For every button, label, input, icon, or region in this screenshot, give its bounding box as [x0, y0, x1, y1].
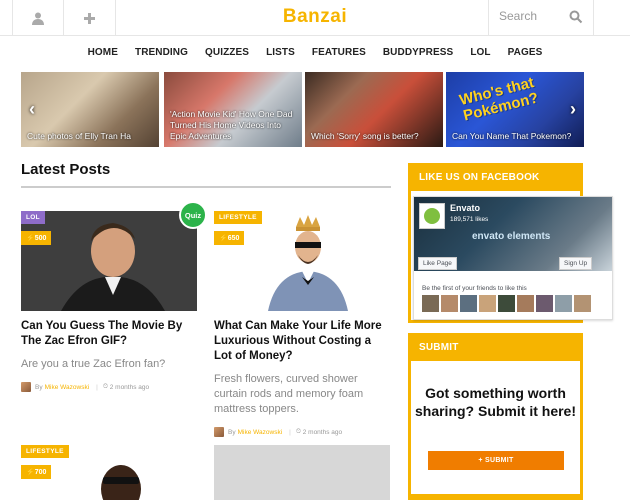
post-excerpt: Fresh flowers, curved shower curtain rod…	[214, 373, 364, 415]
nav-quizzes[interactable]: QUIZZES	[197, 47, 258, 58]
post-author[interactable]: Mike Wazowski	[238, 429, 283, 436]
share-count-badge: ⚡700	[21, 465, 52, 479]
clock-icon: ⏲	[102, 383, 110, 390]
slide[interactable]: Which 'Sorry' song is better?	[305, 72, 443, 147]
category-badge[interactable]: LIFESTYLE	[21, 445, 69, 458]
slide-caption[interactable]: Can You Name That Pokemon?	[452, 131, 580, 142]
share-icon: ⚡	[26, 235, 35, 242]
top-bar: Banzai	[0, 0, 630, 36]
post-card: LOL ⚡500 Can You Guess The Movie By The …	[21, 211, 197, 392]
slider-prev-arrow-icon[interactable]: ‹	[24, 98, 40, 120]
share-icon: ⚡	[219, 235, 228, 242]
avatar[interactable]	[574, 295, 591, 312]
clock-icon: ⏲	[295, 428, 303, 435]
avatar[interactable]	[422, 295, 439, 312]
quiz-badge[interactable]: Quiz	[179, 201, 207, 229]
nav-pages[interactable]: PAGES	[499, 47, 551, 58]
main-nav: HOME TRENDING QUIZZES LISTS FEATURES BUD…	[0, 37, 630, 67]
plus-icon	[84, 12, 95, 24]
facebook-signup-button[interactable]: Sign Up	[559, 257, 593, 270]
user-icon-button[interactable]	[12, 0, 64, 36]
facebook-likes: 189,571 likes	[450, 216, 489, 223]
share-count-badge: ⚡650	[214, 231, 245, 245]
post-card: LIFESTYLE ⚡700	[21, 445, 197, 500]
divider	[21, 186, 391, 188]
avatar[interactable]	[441, 295, 458, 312]
post-thumbnail[interactable]: LIFESTYLE ⚡700	[21, 445, 197, 500]
search-icon[interactable]	[569, 10, 583, 24]
slide[interactable]: Who's that Pokémon? Can You Name That Po…	[446, 72, 584, 147]
avatar[interactable]	[536, 295, 553, 312]
facebook-page-name[interactable]: Envato	[450, 203, 480, 213]
post-title[interactable]: Can You Guess The Movie By The Zac Efron…	[21, 319, 197, 349]
slide-caption[interactable]: Cute photos of Elly Tran Ha	[27, 131, 155, 142]
search-input[interactable]	[499, 9, 569, 23]
post-card	[214, 445, 390, 500]
post-time: 2 months ago	[109, 383, 150, 391]
post-card: LIFESTYLE ⚡650 What Can Make Your Life M…	[214, 211, 390, 437]
nav-home[interactable]: HOME	[79, 47, 126, 58]
nav-features[interactable]: FEATURES	[303, 47, 374, 58]
avatar[interactable]	[479, 295, 496, 312]
search-box	[488, 0, 594, 36]
facebook-cover: Envato 189,571 likes envato elements Lik…	[414, 197, 612, 271]
post-thumbnail[interactable]: LIFESTYLE ⚡650	[214, 211, 390, 311]
category-badge[interactable]: LIFESTYLE	[214, 211, 262, 224]
facebook-cover-text: envato elements	[472, 231, 551, 242]
facebook-friends-text: Be the first of your friends to like thi…	[422, 285, 527, 292]
avatar[interactable]	[498, 295, 515, 312]
post-thumbnail[interactable]	[214, 445, 390, 500]
avatar[interactable]	[21, 382, 31, 392]
submit-text: Got something worth sharing? Submit it h…	[414, 385, 576, 419]
post-author[interactable]: Mike Wazowski	[45, 384, 90, 391]
post-title[interactable]: What Can Make Your Life More Luxurious W…	[214, 319, 390, 364]
avatar[interactable]	[214, 427, 224, 437]
latest-posts-title: Latest Posts	[21, 161, 111, 178]
post-image	[21, 211, 197, 311]
post-meta: By Mike Wazowski | ⏲ 2 months ago	[214, 427, 390, 437]
nav-buddypress[interactable]: BUDDYPRESS	[374, 47, 461, 58]
nav-lists[interactable]: LISTS	[258, 47, 304, 58]
post-image	[214, 211, 390, 311]
plus-icon-button[interactable]	[64, 0, 116, 36]
slider-next-arrow-icon[interactable]: ›	[565, 98, 581, 120]
avatar[interactable]	[555, 295, 572, 312]
avatar[interactable]	[517, 295, 534, 312]
nav-trending[interactable]: TRENDING	[126, 47, 196, 58]
facebook-friends-avatars	[422, 295, 591, 312]
share-count-badge: ⚡500	[21, 231, 52, 245]
post-meta: By Mike Wazowski | ⏲ 2 months ago	[21, 382, 197, 392]
post-excerpt: Are you a true Zac Efron fan?	[21, 358, 166, 370]
avatar[interactable]	[460, 295, 477, 312]
slide[interactable]: Cute photos of Elly Tran Ha	[21, 72, 159, 147]
post-time: 2 months ago	[302, 428, 343, 436]
slide[interactable]: 'Action Movie Kid' How One Dad Turned Hi…	[164, 72, 302, 147]
post-thumbnail[interactable]: LOL ⚡500	[21, 211, 197, 311]
category-badge[interactable]: LOL	[21, 211, 45, 224]
slide-caption[interactable]: 'Action Movie Kid' How One Dad Turned Hi…	[170, 109, 298, 142]
submit-widget-bottom-bar	[411, 494, 580, 500]
facebook-like-button[interactable]: Like Page	[418, 257, 457, 270]
submit-button[interactable]: + SUBMIT	[428, 451, 564, 470]
featured-slider: Cute photos of Elly Tran Ha 'Action Movi…	[21, 72, 584, 147]
share-icon: ⚡	[26, 469, 35, 476]
user-icon	[32, 12, 44, 25]
facebook-page-plugin[interactable]: Envato 189,571 likes envato elements Lik…	[413, 196, 613, 320]
envato-logo-icon	[419, 203, 445, 229]
slide-caption[interactable]: Which 'Sorry' song is better?	[311, 131, 439, 142]
nav-lol[interactable]: LOL	[462, 47, 499, 58]
